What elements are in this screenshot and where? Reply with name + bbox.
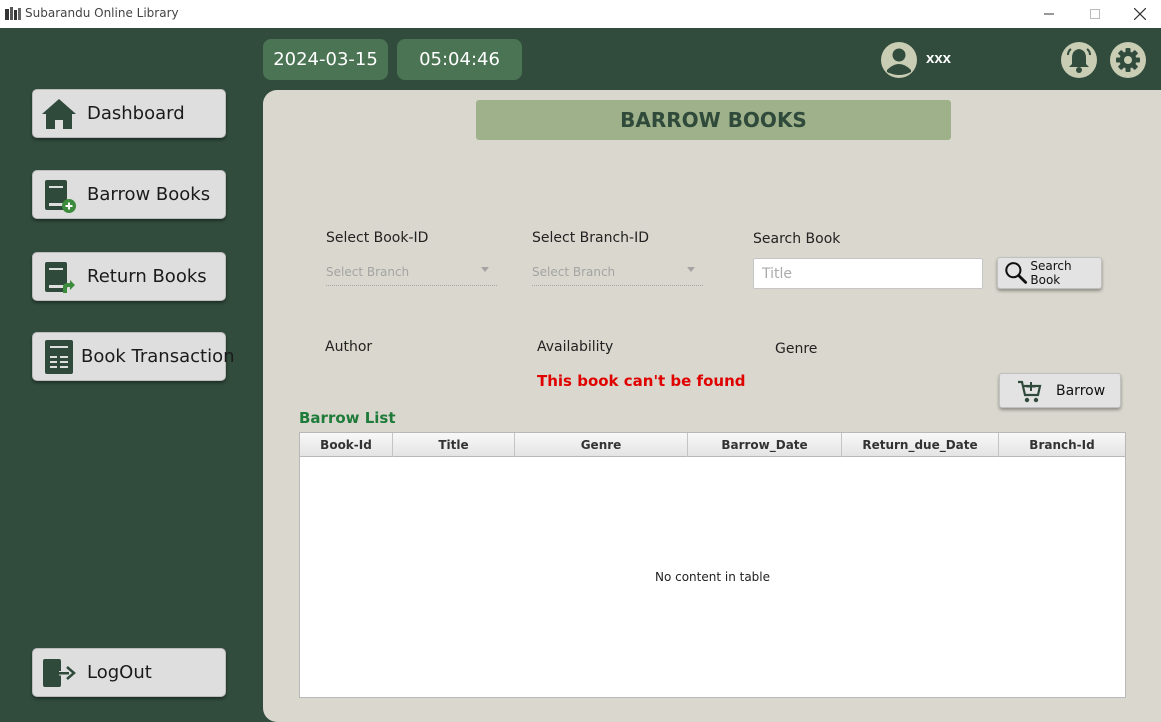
chevron-down-icon — [481, 267, 489, 272]
barrow-button[interactable]: Barrow — [999, 373, 1121, 408]
time-display: 05:04:46 — [397, 39, 522, 80]
page-title: BARROW BOOKS — [476, 100, 951, 140]
barrow-list-table[interactable]: Book-Id Title Genre Barrow_Date Return_d… — [299, 432, 1126, 698]
barrow-list-title: Barrow List — [299, 409, 396, 427]
column-header-branch-id[interactable]: Branch-Id — [999, 433, 1125, 457]
book-return-icon — [45, 261, 75, 293]
book-add-icon — [45, 179, 76, 213]
logout-icon — [43, 658, 76, 687]
sidebar-item-label: Return Books — [87, 266, 207, 287]
column-header-title[interactable]: Title — [393, 433, 515, 457]
genre-label: Genre — [775, 341, 818, 357]
user-icon[interactable] — [881, 42, 917, 78]
sidebar-item-return-books[interactable]: Return Books — [32, 252, 226, 301]
sidebar-item-dashboard[interactable]: Dashboard — [32, 89, 226, 138]
bell-icon[interactable] — [1061, 42, 1097, 78]
column-header-barrow-date[interactable]: Barrow_Date — [688, 433, 842, 457]
window-title-bar: Subarandu Online Library — [0, 0, 1161, 28]
app-logo-icon — [5, 7, 21, 20]
availability-label: Availability — [537, 339, 614, 355]
maximize-button[interactable] — [1072, 0, 1118, 28]
search-book-button-label: Search Book — [1030, 259, 1072, 287]
search-input[interactable]: Title — [753, 258, 983, 289]
book-id-label: Select Book-ID — [326, 230, 429, 246]
home-icon — [42, 98, 76, 129]
maximize-icon — [1090, 9, 1100, 19]
search-placeholder: Title — [762, 266, 793, 282]
user-name: xxx — [926, 50, 952, 67]
search-icon — [1005, 262, 1028, 284]
sidebar-item-label: Book Transaction — [81, 346, 235, 367]
logout-label: LogOut — [87, 662, 152, 683]
branch-id-label: Select Branch-ID — [532, 230, 649, 246]
sidebar-item-label: Barrow Books — [87, 184, 211, 205]
ledger-icon — [45, 339, 73, 374]
table-header: Book-Id Title Genre Barrow_Date Return_d… — [300, 433, 1125, 457]
sidebar-item-barrow-books[interactable]: Barrow Books — [32, 170, 226, 219]
sidebar-item-label: Dashboard — [87, 103, 185, 124]
author-label: Author — [325, 339, 373, 355]
book-id-placeholder: Select Branch — [326, 265, 410, 279]
cart-add-icon — [1018, 380, 1042, 402]
minimize-icon — [1044, 13, 1054, 15]
gear-icon[interactable] — [1110, 42, 1146, 78]
sidebar-item-book-transaction[interactable]: Book Transaction — [32, 332, 235, 381]
branch-id-select[interactable]: Select Branch — [532, 258, 703, 286]
table-empty-message: No content in table — [654, 570, 771, 584]
error-message: This book can't be found — [537, 372, 746, 390]
barrow-button-label: Barrow — [1056, 382, 1106, 399]
search-book-button[interactable]: Search Book — [997, 257, 1102, 289]
branch-id-placeholder: Select Branch — [532, 265, 616, 279]
book-id-select[interactable]: Select Branch — [326, 258, 497, 286]
logout-button[interactable]: LogOut — [32, 648, 226, 697]
minimize-button[interactable] — [1026, 0, 1072, 28]
column-header-return-due-date[interactable]: Return_due_Date — [842, 433, 999, 457]
close-icon — [1134, 8, 1146, 20]
window-title: Subarandu Online Library — [25, 6, 179, 20]
date-display: 2024-03-15 — [263, 39, 388, 80]
chevron-down-icon — [687, 267, 695, 272]
column-header-book-id[interactable]: Book-Id — [300, 433, 393, 457]
search-book-label: Search Book — [753, 231, 841, 247]
column-header-genre[interactable]: Genre — [515, 433, 688, 457]
close-button[interactable] — [1117, 0, 1161, 28]
